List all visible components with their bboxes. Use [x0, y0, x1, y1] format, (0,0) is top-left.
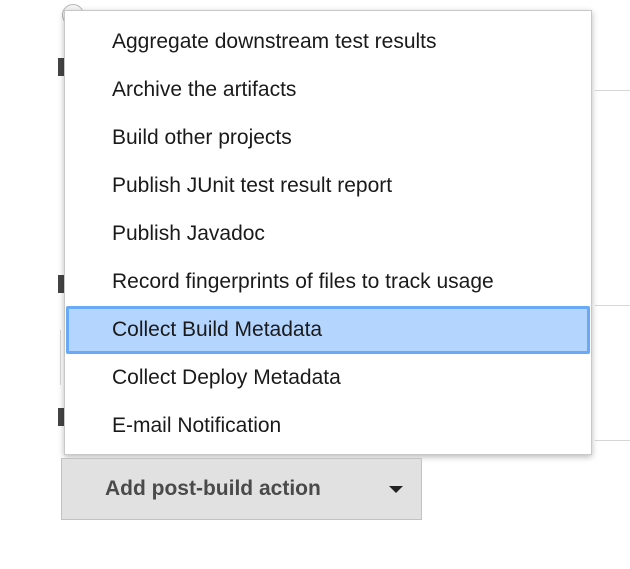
- divider: [60, 330, 61, 385]
- add-post-build-action-label: Add post-build action: [105, 477, 321, 500]
- menu-item-collect-build-metadata[interactable]: Collect Build Metadata: [66, 306, 590, 354]
- menu-item-publish-junit-test-result-report[interactable]: Publish JUnit test result report: [65, 162, 591, 210]
- divider: [595, 440, 630, 441]
- menu-item-collect-deploy-metadata[interactable]: Collect Deploy Metadata: [65, 354, 591, 402]
- divider: [595, 90, 630, 91]
- menu-item-record-fingerprints[interactable]: Record fingerprints of files to track us…: [65, 258, 591, 306]
- chevron-down-icon: [389, 486, 403, 493]
- divider: [595, 305, 630, 306]
- menu-item-aggregate-downstream-test-results[interactable]: Aggregate downstream test results: [65, 18, 591, 66]
- add-post-build-action-button[interactable]: Add post-build action: [61, 458, 422, 520]
- menu-item-publish-javadoc[interactable]: Publish Javadoc: [65, 210, 591, 258]
- menu-item-email-notification[interactable]: E-mail Notification: [65, 402, 591, 450]
- post-build-action-menu: Aggregate downstream test results Archiv…: [64, 10, 592, 455]
- menu-item-build-other-projects[interactable]: Build other projects: [65, 114, 591, 162]
- menu-item-archive-the-artifacts[interactable]: Archive the artifacts: [65, 66, 591, 114]
